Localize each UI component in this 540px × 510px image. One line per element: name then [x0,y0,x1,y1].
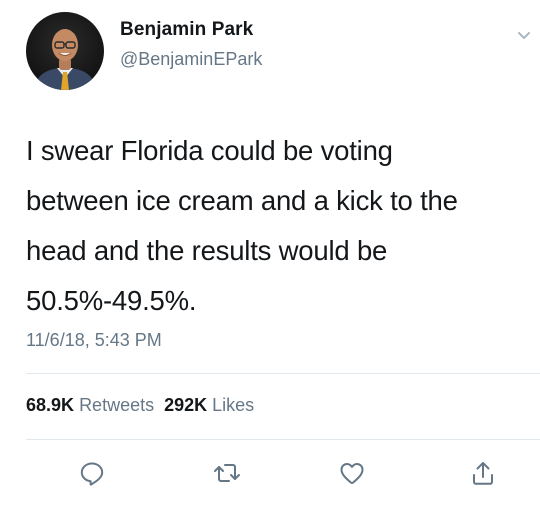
share-icon [473,462,493,485]
tweet-card: Benjamin Park @BenjaminEPark I swear Flo… [0,0,540,510]
engagement-stats: 68.9K Retweets 292K Likes [26,395,254,416]
retweet-icon [214,464,240,482]
likes-stat[interactable]: 292K Likes [164,395,254,415]
user-display-name[interactable]: Benjamin Park [120,19,253,41]
retweets-stat[interactable]: 68.9K Retweets [26,395,154,415]
user-handle[interactable]: @BenjaminEPark [120,49,262,70]
retweet-button[interactable] [211,457,243,489]
reply-button[interactable] [76,457,108,489]
tweet-text-line: head and the results would be [26,235,388,266]
retweets-label: Retweets [79,395,155,415]
divider [26,439,540,440]
chevron-down-icon[interactable] [517,28,531,39]
tweet-text-line: between ice cream and a kick to the [26,185,458,216]
tweet-text-line: 50.5%-49.5%. [26,285,197,316]
avatar[interactable] [26,12,104,90]
divider [26,373,540,374]
tweet-timestamp[interactable]: 11/6/18, 5:43 PM [26,330,162,351]
likes-label: Likes [212,395,255,415]
heart-icon [340,463,364,484]
tweet-text: I swear Florida could be voting between … [26,126,526,326]
retweets-count: 68.9K [26,395,75,415]
likes-count: 292K [164,395,208,415]
like-button[interactable] [336,457,368,489]
reply-icon [80,462,104,486]
tweet-text-line: I swear Florida could be voting [26,135,393,166]
share-button[interactable] [467,457,499,489]
